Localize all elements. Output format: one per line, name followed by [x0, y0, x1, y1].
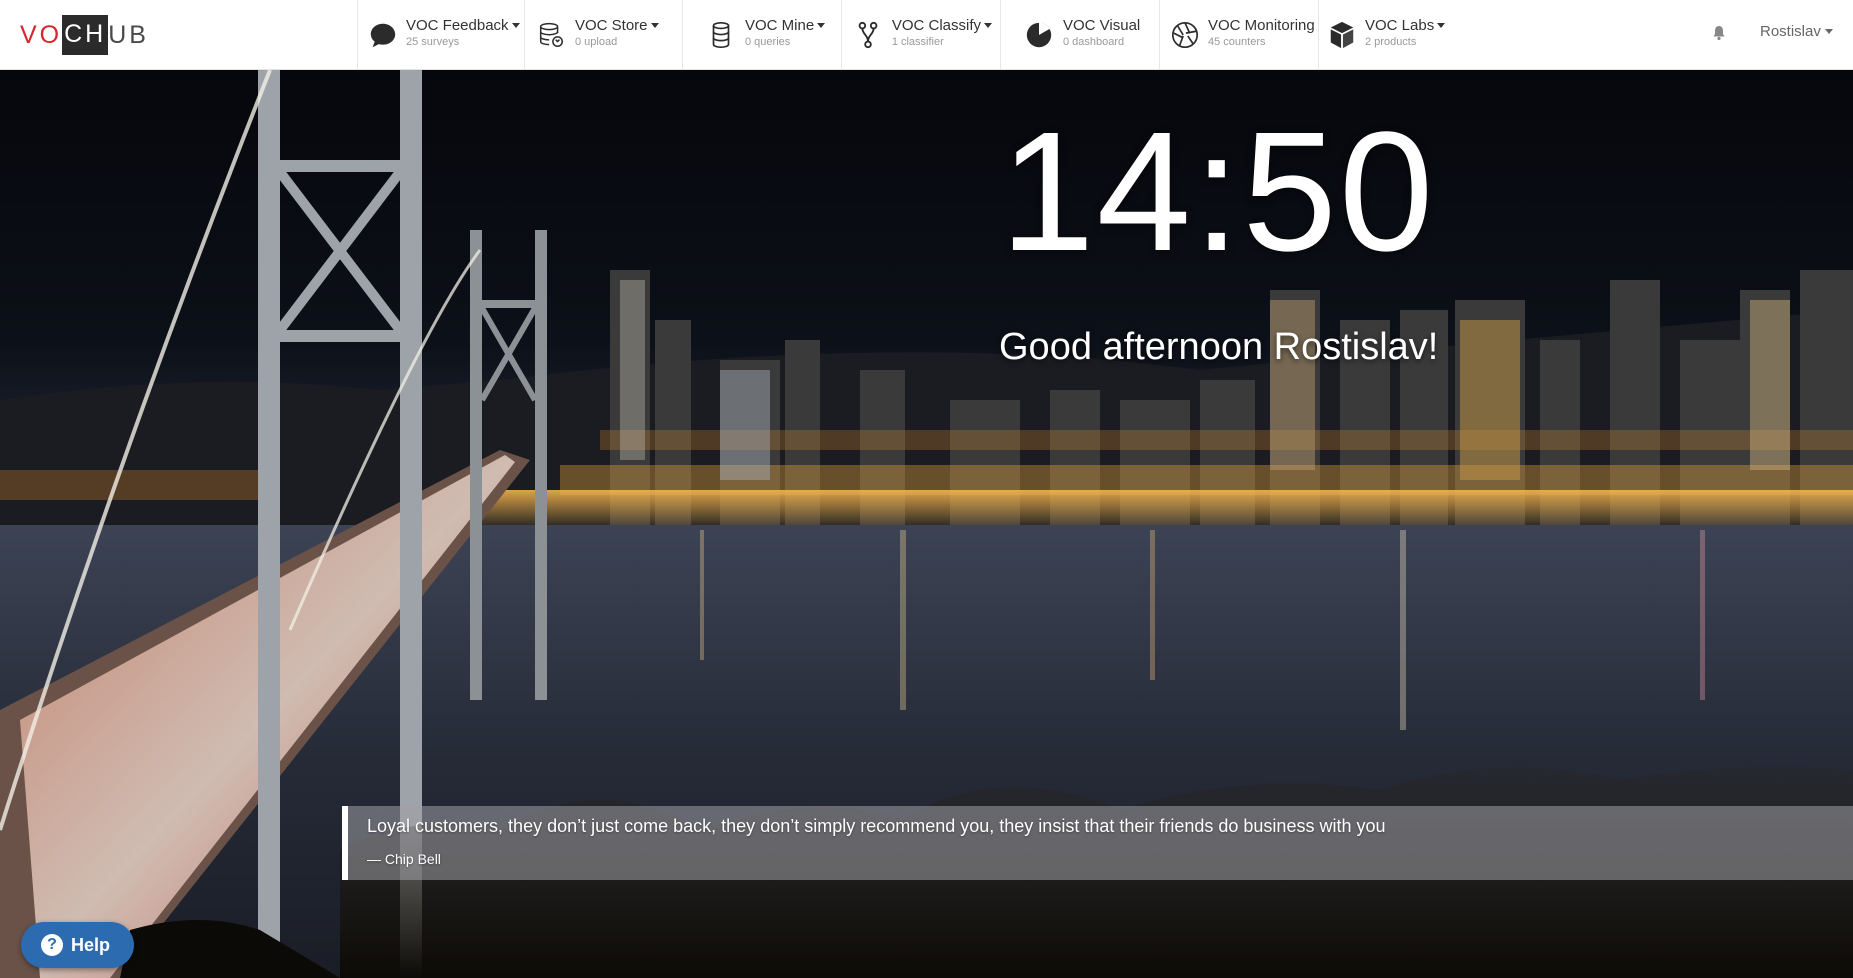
database-icon — [705, 19, 737, 51]
nav-voc-monitoring[interactable]: VOC Monitoring 45 counters — [1159, 0, 1318, 70]
logo-text-ub: UB — [108, 20, 149, 49]
nav-subtitle: 1 classifier — [891, 35, 944, 48]
nav-voc-classify[interactable]: VOC Classify 1 classifier — [841, 0, 1000, 70]
quote-text: Loyal customers, they don’t just come ba… — [367, 816, 1386, 836]
caret-down-icon — [984, 22, 992, 28]
nav-voc-mine[interactable]: VOC Mine 0 queries — [682, 0, 841, 70]
help-button[interactable]: ? Help — [21, 922, 134, 968]
nav-title: VOC Labs — [1365, 16, 1435, 34]
top-navbar: VO CH UB VOC Feedback 25 surveys VOC Store… — [0, 0, 1853, 70]
nav-voc-feedback[interactable]: VOC Feedback 25 surveys — [357, 0, 524, 70]
nav-title: VOC Monitoring — [1208, 16, 1315, 34]
aperture-icon — [1170, 19, 1200, 51]
nav-title: VOC Feedback — [406, 16, 509, 34]
nav-title: VOC Mine — [745, 16, 815, 34]
user-name: Rostislav — [1760, 23, 1821, 40]
caret-down-icon — [650, 22, 659, 28]
logo-text-voc: VO — [20, 20, 63, 49]
help-label: Help — [71, 934, 111, 955]
speech-bubble-icon — [368, 19, 398, 51]
pie-chart-icon — [1023, 19, 1055, 51]
vochub-logo[interactable]: VO CH UB — [20, 15, 149, 55]
nav-subtitle: 45 counters — [1208, 35, 1266, 48]
nav-subtitle: 25 surveys — [406, 35, 460, 48]
clock-time: 14:50 — [1000, 97, 1436, 287]
user-menu[interactable]: Rostislav — [1760, 23, 1833, 40]
hero-background: 14:50 Good afternoon Rostislav! Loyal cu… — [0, 70, 1853, 978]
greeting-text: Good afternoon Rostislav! — [999, 326, 1439, 368]
quote-author: — Chip Bell — [367, 851, 441, 867]
nav-subtitle: 0 queries — [745, 35, 791, 48]
bell-icon[interactable] — [1712, 24, 1726, 42]
nav-title: VOC Visual — [1063, 16, 1141, 34]
nav-subtitle: 0 upload — [575, 35, 618, 48]
nav-title: VOC Store — [575, 16, 648, 34]
branch-icon — [852, 19, 884, 51]
caret-down-icon — [817, 22, 826, 28]
nav-subtitle: 0 dashboard — [1063, 35, 1125, 48]
nav-voc-store[interactable]: VOC Store 0 upload — [524, 0, 682, 70]
quote-banner: Loyal customers, they don’t just come ba… — [342, 806, 1853, 880]
caret-down-icon — [1437, 22, 1446, 28]
caret-down-icon — [511, 22, 520, 28]
nav-subtitle: 2 products — [1365, 35, 1417, 48]
nav-title: VOC Classify — [891, 16, 981, 34]
nav-voc-labs[interactable]: VOC Labs 2 products — [1318, 0, 1448, 70]
logo-text-ch: CH — [62, 15, 109, 55]
caret-down-icon — [1824, 29, 1833, 34]
product-nav: VOC Feedback 25 surveys VOC Store 0 uplo… — [357, 0, 1448, 70]
cube-icon — [1327, 19, 1357, 51]
database-sync-icon — [535, 19, 567, 51]
nav-voc-visual[interactable]: VOC Visual 0 dashboard — [1000, 0, 1159, 70]
question-icon: ? — [41, 934, 63, 956]
